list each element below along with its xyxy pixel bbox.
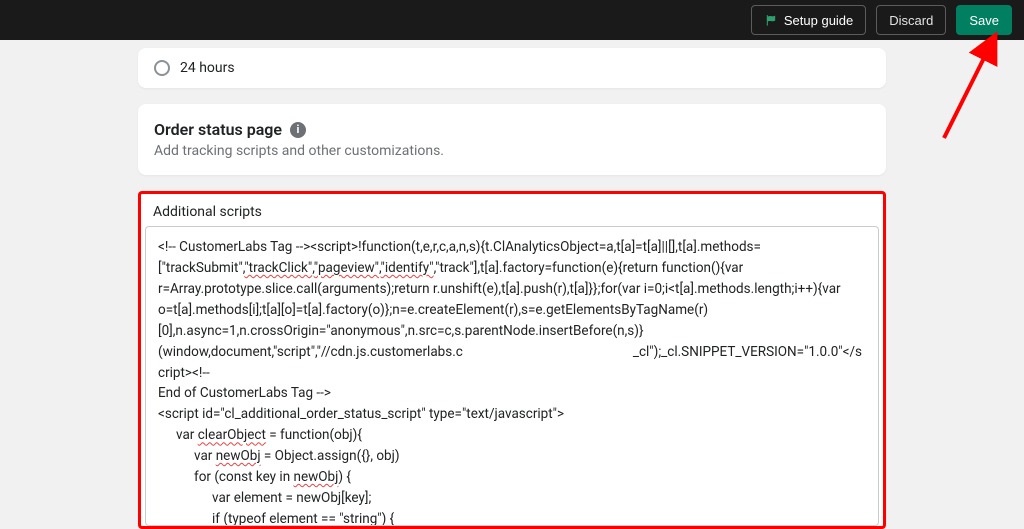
discard-button[interactable]: Discard xyxy=(876,5,946,35)
setup-guide-label: Setup guide xyxy=(784,13,853,28)
code-line: var newObj = Object.assign({}, obj) xyxy=(158,446,866,467)
code-token: "identify" xyxy=(381,260,434,276)
flag-icon xyxy=(764,13,778,27)
code-line: ["trackSubmit", xyxy=(158,260,244,276)
code-line: <script id="cl_additional_order_status_s… xyxy=(158,406,564,422)
code-line: o=t[a].methods[i];t[a][o]=t[a].factory(o… xyxy=(158,302,708,318)
radio-label: 24 hours xyxy=(180,60,235,76)
setup-guide-button[interactable]: Setup guide xyxy=(751,5,866,35)
code-line: for (const key in newObj) { xyxy=(158,467,866,488)
radio-option-24h[interactable]: 24 hours xyxy=(154,58,870,78)
additional-scripts-highlight: Additional scripts <!-- CustomerLabs Tag… xyxy=(138,191,886,529)
code-line: <!-- CustomerLabs Tag --><script>!functi… xyxy=(158,239,761,255)
code-token: "pageview" xyxy=(314,260,379,276)
code-line: (window,document,"script","//cdn.js.cust… xyxy=(158,344,463,360)
info-icon[interactable]: i xyxy=(290,122,306,138)
code-token: "track"],t[a].factory=function(e){return… xyxy=(435,260,743,276)
section-desc: Add tracking scripts and other customiza… xyxy=(154,143,870,159)
save-button[interactable]: Save xyxy=(956,5,1012,35)
order-status-card: Order status page i Add tracking scripts… xyxy=(138,104,886,175)
code-line: [0],n.async=1,n.crossOrigin="anonymous",… xyxy=(158,323,644,339)
section-title: Order status page xyxy=(154,120,282,139)
additional-scripts-textarea[interactable]: <!-- CustomerLabs Tag --><script>!functi… xyxy=(145,226,879,526)
radio-icon xyxy=(154,60,170,76)
code-token: "trackClick" xyxy=(244,260,312,276)
code-line: var element = newObj[key]; xyxy=(158,488,866,509)
annotation-arrow xyxy=(930,32,1010,142)
code-line: r=Array.prototype.slice.call(arguments);… xyxy=(158,281,841,297)
code-line: if (typeof element == "string") { xyxy=(158,509,866,526)
code-line: End of CustomerLabs Tag --> xyxy=(158,385,331,401)
page-content: 24 hours Order status page i Add trackin… xyxy=(138,40,886,529)
top-bar: Setup guide Discard Save xyxy=(0,0,1024,40)
discard-label: Discard xyxy=(889,13,933,28)
additional-scripts-label: Additional scripts xyxy=(145,198,879,226)
code-line: var clearObject = function(obj){ xyxy=(158,425,866,446)
cart-abandon-card: 24 hours xyxy=(138,48,886,88)
save-label: Save xyxy=(969,13,999,28)
